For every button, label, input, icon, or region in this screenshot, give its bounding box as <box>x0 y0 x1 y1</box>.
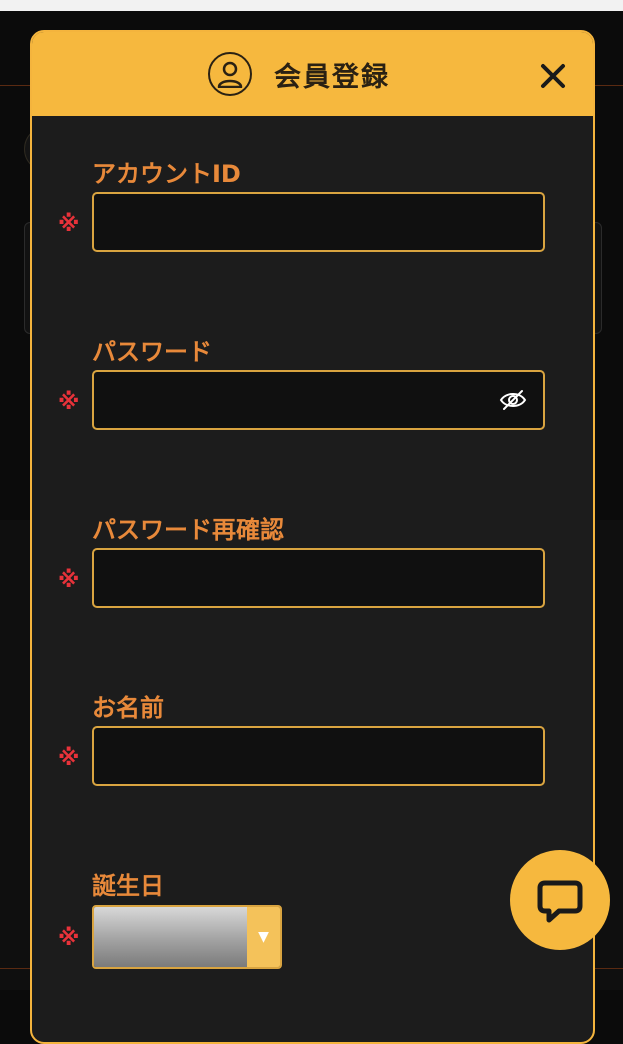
name-input[interactable] <box>94 728 543 784</box>
password-confirm-label: パスワード再確認 <box>92 516 284 544</box>
required-mark: ※ <box>58 926 80 951</box>
password-label: パスワード <box>92 338 212 366</box>
password-confirm-field[interactable] <box>92 548 545 608</box>
birthday-select-value <box>94 907 247 967</box>
account-id-input[interactable] <box>94 194 543 250</box>
password-input[interactable] <box>94 372 543 428</box>
required-mark: ※ <box>58 212 80 237</box>
browser-top-bar <box>0 0 623 11</box>
background-divider <box>0 85 30 86</box>
dropdown-arrow-icon: ▼ <box>247 907 280 967</box>
chat-bubble-icon <box>537 880 583 923</box>
required-mark: ※ <box>58 568 80 593</box>
background-divider <box>591 968 623 969</box>
modal-header: 会員登録 <box>32 32 593 116</box>
eye-slash-icon <box>499 390 527 410</box>
user-icon <box>208 52 252 96</box>
background-divider <box>591 85 623 86</box>
name-label: お名前 <box>92 694 164 722</box>
name-field[interactable] <box>92 726 545 786</box>
account-id-field[interactable] <box>92 192 545 252</box>
chat-button[interactable] <box>510 850 610 950</box>
modal-title-group: 会員登録 <box>208 52 390 96</box>
close-icon <box>541 64 565 88</box>
background-divider <box>0 968 30 969</box>
modal-title: 会員登録 <box>274 61 390 93</box>
account-id-label: アカウントID <box>92 160 241 188</box>
required-mark: ※ <box>58 746 80 771</box>
close-button[interactable] <box>539 62 567 90</box>
required-mark: ※ <box>58 390 80 415</box>
password-confirm-input[interactable] <box>94 550 543 606</box>
birthday-label: 誕生日 <box>92 872 164 900</box>
password-field[interactable] <box>92 370 545 430</box>
birthday-select[interactable]: ▼ <box>92 905 282 969</box>
password-visibility-toggle[interactable] <box>499 388 527 412</box>
